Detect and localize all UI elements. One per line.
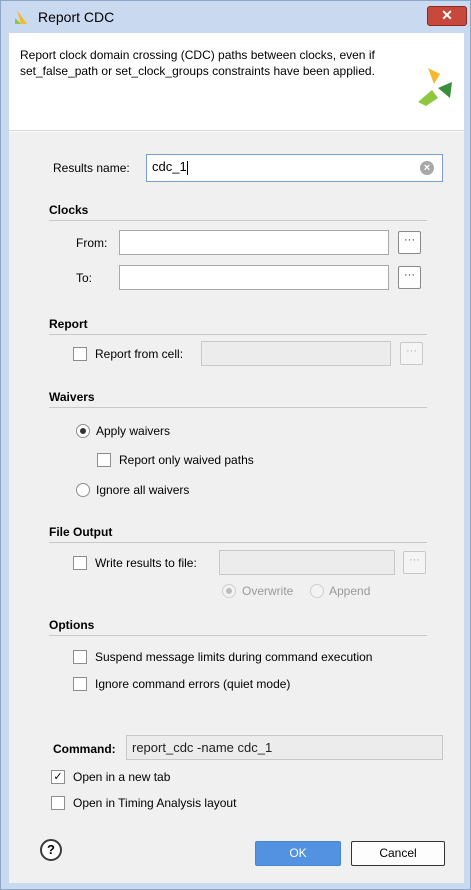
from-browse-button[interactable]: ··· (398, 231, 421, 254)
suspend-message-limits-checkbox[interactable] (73, 650, 87, 664)
command-field: report_cdc -name cdc_1 (126, 735, 443, 760)
dialog-description: Report clock domain crossing (CDC) paths… (20, 48, 375, 78)
divider (49, 542, 427, 543)
cell-browse-button[interactable]: ··· (400, 342, 423, 365)
report-section-title: Report (49, 317, 88, 331)
results-name-value: cdc_1 (152, 159, 187, 174)
apply-waivers-radio[interactable] (76, 424, 90, 438)
file-browse-button[interactable]: ··· (403, 551, 426, 574)
divider (49, 407, 427, 408)
clocks-to-input[interactable] (119, 265, 389, 290)
to-label: To: (76, 271, 93, 285)
clocks-section-title: Clocks (49, 203, 89, 217)
ignore-command-errors-checkbox[interactable] (73, 677, 87, 691)
open-new-tab-checkbox[interactable]: ✓ (51, 770, 65, 784)
append-radio[interactable] (310, 584, 324, 598)
ignore-all-waivers-radio[interactable] (76, 483, 90, 497)
file-output-section-title: File Output (49, 525, 113, 539)
command-label: Command: (53, 742, 116, 756)
report-from-cell-label: Report from cell: (95, 347, 184, 361)
open-timing-layout-checkbox[interactable] (51, 796, 65, 810)
ignore-command-errors-label: Ignore command errors (quiet mode) (95, 677, 291, 691)
cancel-button[interactable]: Cancel (351, 841, 445, 866)
to-browse-button[interactable]: ··· (398, 266, 421, 289)
append-label: Append (329, 584, 371, 598)
vivado-logo-icon (418, 68, 452, 106)
divider (49, 635, 427, 636)
apply-waivers-label: Apply waivers (96, 424, 171, 438)
divider (49, 220, 427, 221)
report-from-cell-checkbox[interactable] (73, 347, 87, 361)
write-results-label: Write results to file: (95, 556, 197, 570)
overwrite-radio[interactable] (222, 584, 236, 598)
waivers-section-title: Waivers (49, 390, 95, 404)
divider (49, 334, 427, 335)
clear-icon[interactable]: × (420, 161, 434, 175)
options-section-title: Options (49, 618, 95, 632)
description-banner: Report clock domain crossing (CDC) paths… (9, 33, 464, 131)
ignore-all-waivers-label: Ignore all waivers (96, 483, 190, 497)
title-bar[interactable]: Report CDC ✕ (1, 1, 470, 33)
clocks-from-input[interactable] (119, 230, 389, 255)
report-cell-input[interactable] (201, 341, 391, 366)
vivado-app-icon (15, 10, 27, 24)
close-button[interactable]: ✕ (427, 6, 467, 26)
results-name-input[interactable]: cdc_1 (146, 154, 443, 182)
results-name-label: Results name: (53, 161, 130, 175)
ok-button[interactable]: OK (255, 841, 341, 866)
suspend-message-limits-label: Suspend message limits during command ex… (95, 650, 373, 664)
from-label: From: (76, 236, 108, 250)
form-area: Results name: cdc_1 × Clocks From: ··· T… (9, 132, 464, 883)
open-new-tab-label: Open in a new tab (73, 770, 171, 784)
window-title: Report CDC (38, 9, 115, 25)
results-file-input[interactable] (219, 550, 395, 575)
report-cdc-dialog: Report CDC ✕ Report clock domain crossin… (0, 0, 471, 890)
command-value: report_cdc -name cdc_1 (132, 740, 273, 755)
write-results-checkbox[interactable] (73, 556, 87, 570)
help-button[interactable]: ? (40, 839, 62, 861)
report-only-waived-checkbox[interactable] (97, 453, 111, 467)
open-timing-layout-label: Open in Timing Analysis layout (73, 796, 237, 810)
report-only-waived-label: Report only waived paths (119, 453, 254, 467)
overwrite-label: Overwrite (242, 584, 294, 598)
dialog-content: Report clock domain crossing (CDC) paths… (9, 33, 464, 883)
